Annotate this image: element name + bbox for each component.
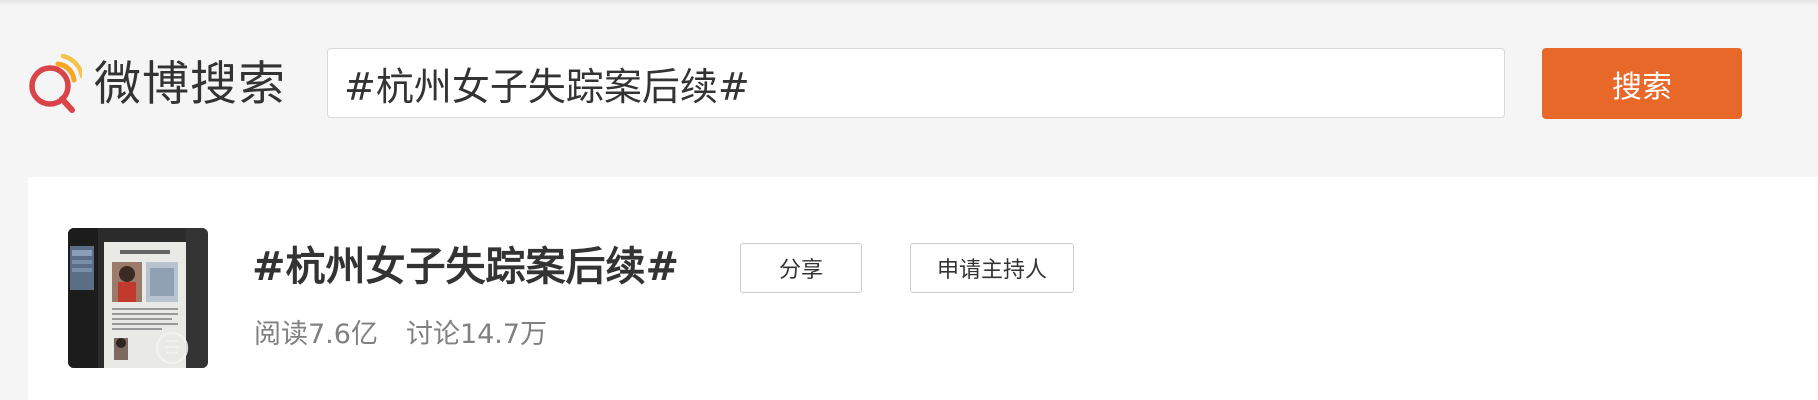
topic-stats: 阅读7.6亿 讨论14.7万 — [254, 317, 547, 353]
search-header: 微博搜索 搜索 — [0, 0, 1818, 170]
topic-card: #杭州女子失踪案后续# 分享 申请主持人 阅读7.6亿 讨论14.7万 — [28, 177, 1818, 400]
logo-text: 微博搜索 — [94, 56, 286, 112]
read-count: 阅读7.6亿 — [254, 319, 378, 350]
search-button[interactable]: 搜索 — [1542, 48, 1742, 119]
apply-host-button[interactable]: 申请主持人 — [910, 243, 1074, 293]
topic-title[interactable]: #杭州女子失踪案后续# — [252, 240, 679, 294]
missing-person-notice-image — [68, 228, 208, 368]
search-input[interactable] — [327, 48, 1505, 118]
discussion-count: 讨论14.7万 — [405, 319, 548, 350]
share-button[interactable]: 分享 — [740, 243, 862, 293]
weibo-search-icon — [29, 54, 82, 113]
weibo-search-logo[interactable]: 微博搜索 — [26, 50, 286, 118]
topic-thumbnail[interactable] — [68, 228, 208, 368]
